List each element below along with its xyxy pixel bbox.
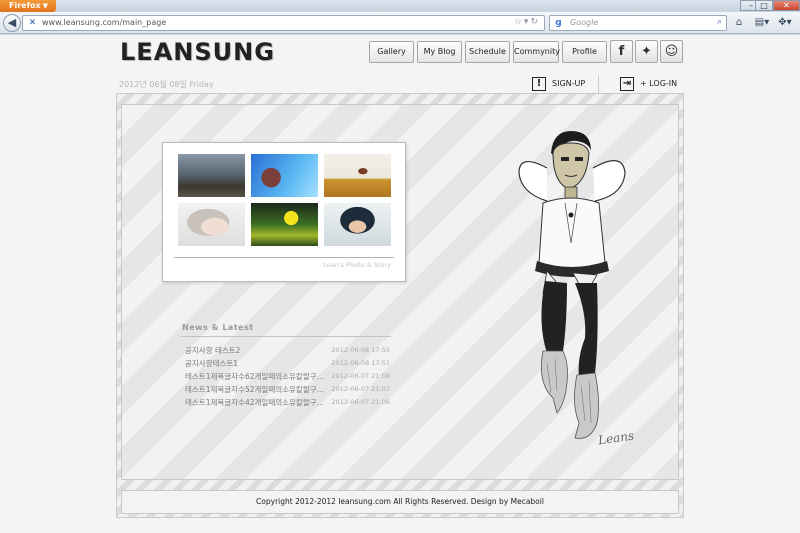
- sign-up-label: SIGN-UP: [552, 79, 586, 88]
- home-icon[interactable]: ⌂: [732, 15, 746, 31]
- news-item-date: 2012-06-07 21:06: [331, 398, 390, 406]
- twitter-icon[interactable]: ✦: [635, 40, 658, 63]
- news-item-date: 2012-06-07 21:07: [331, 385, 390, 393]
- firefox-menu-label: Firefox: [9, 1, 41, 10]
- google-icon[interactable]: g: [553, 18, 564, 29]
- page-footer: Copyright 2012-2012 leansung.com All Rig…: [121, 490, 679, 514]
- gallery-caption: Lean's Photo & Story: [323, 261, 391, 269]
- url-text: www.leansung.com/main_page: [42, 18, 167, 27]
- news-item-title: 테스트1제목글자수42개일때의소유칼랄구...: [185, 398, 324, 407]
- news-item-title: 공지사항테스트1: [185, 359, 239, 368]
- search-icon[interactable]: ⌕: [717, 17, 722, 27]
- nav-gallery[interactable]: Gallery: [369, 41, 414, 63]
- site-identity-icon[interactable]: ✕: [27, 18, 38, 29]
- back-button[interactable]: ◀: [3, 14, 21, 32]
- news-item-date: 2012-06-07 21:08: [331, 372, 390, 380]
- close-window-button[interactable]: ✕: [773, 0, 800, 11]
- character-illustration: [518, 131, 626, 439]
- navigation-toolbar: ◀ ✕ www.leansung.com/main_page ☆▾↻ g Goo…: [0, 12, 800, 34]
- title-bar: Firefox ▼ – □ ✕: [0, 0, 800, 12]
- login-arrow-icon: ⇥: [620, 76, 634, 91]
- bookmark-star-icon[interactable]: ☆▾↻: [514, 17, 540, 27]
- news-divider: [181, 336, 391, 337]
- exclamation-icon: !: [532, 76, 546, 91]
- news-item[interactable]: 공지사항 테스트2 2012-06-08 17:55: [185, 344, 390, 357]
- url-bar[interactable]: ✕ www.leansung.com/main_page ☆▾↻: [22, 15, 545, 31]
- main-panel: Lean's Photo & Story News & Latest 공지사항 …: [121, 104, 679, 480]
- photo-gallery: Lean's Photo & Story: [162, 142, 406, 282]
- news-item-title: 테스트1제목글자수52개일때의소유칼랄구...: [185, 385, 324, 394]
- nav-schedule[interactable]: Schedule: [465, 41, 510, 63]
- bookmarks-icon[interactable]: ▤▾: [752, 15, 772, 31]
- log-in-label: + LOG-IN: [640, 79, 678, 88]
- arrow-left-icon: ◀: [7, 16, 17, 29]
- smiley-icon[interactable]: ☺: [660, 40, 683, 63]
- news-item[interactable]: 공지사항테스트1 2012-06-08 17:51: [185, 357, 390, 370]
- content-frame: Lean's Photo & Story News & Latest 공지사항 …: [116, 93, 684, 518]
- gallery-thumb-field[interactable]: [324, 154, 391, 197]
- news-item[interactable]: 테스트1제목글자수62개일때의소유칼랄구... 2012-06-07 21:08: [185, 370, 390, 383]
- news-item-title: 공지사항 테스트2: [185, 346, 241, 355]
- news-item-date: 2012-06-08 17:55: [331, 346, 390, 354]
- search-placeholder: Google: [570, 18, 599, 27]
- gallery-thumb-blue[interactable]: [251, 154, 318, 197]
- addons-icon[interactable]: ✥▾: [776, 15, 794, 31]
- page-viewport: LEANSUNG Gallery My Blog Schedule Commyn…: [0, 35, 800, 533]
- nav-profile[interactable]: Profile: [562, 41, 607, 63]
- search-bar[interactable]: g Google ⌕: [549, 15, 727, 31]
- site-logo[interactable]: LEANSUNG: [120, 38, 275, 66]
- facebook-icon[interactable]: f: [610, 40, 633, 63]
- news-title: News & Latest: [182, 323, 254, 332]
- divider: [598, 75, 599, 93]
- gallery-divider: [174, 257, 394, 258]
- news-item-date: 2012-06-08 17:51: [331, 359, 390, 367]
- nav-community[interactable]: Commynity: [513, 41, 560, 63]
- gallery-thumb-portrait[interactable]: [178, 203, 245, 246]
- news-item-title: 테스트1제목글자수62개일때의소유칼랄구...: [185, 372, 324, 381]
- current-date: 2012년 06월 08일 Friday: [119, 80, 214, 89]
- log-in-link[interactable]: ⇥ + LOG-IN: [620, 76, 677, 92]
- gallery-thumb-street[interactable]: [178, 154, 245, 197]
- news-item[interactable]: 테스트1제목글자수52개일때의소유칼랄구... 2012-06-07 21:07: [185, 383, 390, 396]
- sign-up-link[interactable]: ! SIGN-UP: [532, 76, 585, 92]
- gallery-thumb-doll[interactable]: [324, 203, 391, 246]
- news-list: 공지사항 테스트2 2012-06-08 17:55 공지사항테스트1 2012-0…: [185, 344, 390, 409]
- chevron-down-icon: ▼: [42, 2, 48, 10]
- firefox-menu-button[interactable]: Firefox ▼: [0, 0, 56, 12]
- gallery-thumb-crowd[interactable]: [251, 203, 318, 246]
- news-item[interactable]: 테스트1제목글자수42개일때의소유칼랄구... 2012-06-07 21:06: [185, 396, 390, 409]
- nav-my-blog[interactable]: My Blog: [417, 41, 462, 63]
- maximize-button[interactable]: □: [755, 0, 773, 11]
